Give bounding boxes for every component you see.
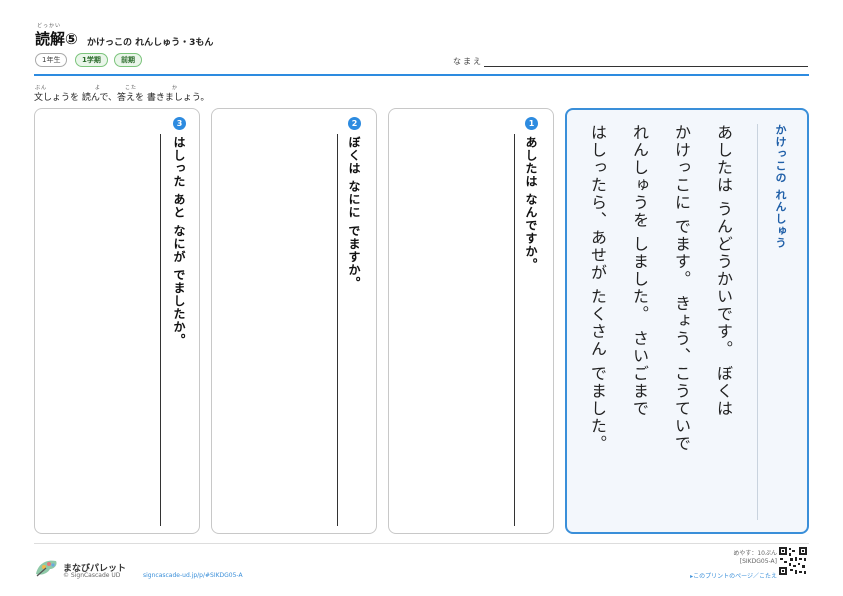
answer-line-1[interactable] [514,134,515,526]
header-divider [34,74,809,76]
footer-divider [34,543,809,544]
name-field-line [484,66,808,67]
question-number-2: 2 [348,117,361,130]
name-label: なまえ [453,57,483,66]
story-line-1: あしたは うんどうかいです。 ぼくは [714,124,733,418]
tag-term: 1学期 [75,53,108,67]
palette-logo-icon [36,560,57,577]
copyright: © SignCascade UD [63,572,121,579]
question-text-1: あしたは なんですか。 [524,136,538,272]
story-line-2: かけっこに でます。 きょう、こうていで [672,124,691,453]
instruction-text: 文しょうを 読んで、答えを 書きましょう。 [34,93,210,103]
question-number-3: 3 [173,117,186,130]
question-text-3: はしった あと なにが でましたか。 [172,136,186,347]
time-estimate: めやす：10ぷん [733,550,777,557]
story-line-4: はしったら、あせが たくさん でました。 [588,124,607,453]
story-divider [757,124,758,520]
answer-line-3[interactable] [160,134,161,526]
page-subtitle: かけっこの れんしゅう・3もん [87,38,214,48]
question-number-1: 1 [525,117,538,130]
qr-code-icon[interactable] [778,546,808,576]
question-text-2: ぼくは なにに でますか。 [347,136,361,290]
page-title: 読解⑤ [35,30,78,48]
tag-grade: 1年生 [35,53,68,67]
story-title: かけっこの れんしゅう [774,124,787,249]
source-link[interactable]: signcascade-ud.jp/p/#SIKDG05-A [143,572,243,579]
print-code: [SIKDG05-A] [739,558,777,565]
answer-page-link[interactable]: ▸このプリントのページ／こたえ [690,571,777,580]
answer-line-2[interactable] [337,134,338,526]
story-line-3: れんしゅうを しました。 さいごまで [630,124,649,418]
tag-period: 前期 [114,53,142,67]
